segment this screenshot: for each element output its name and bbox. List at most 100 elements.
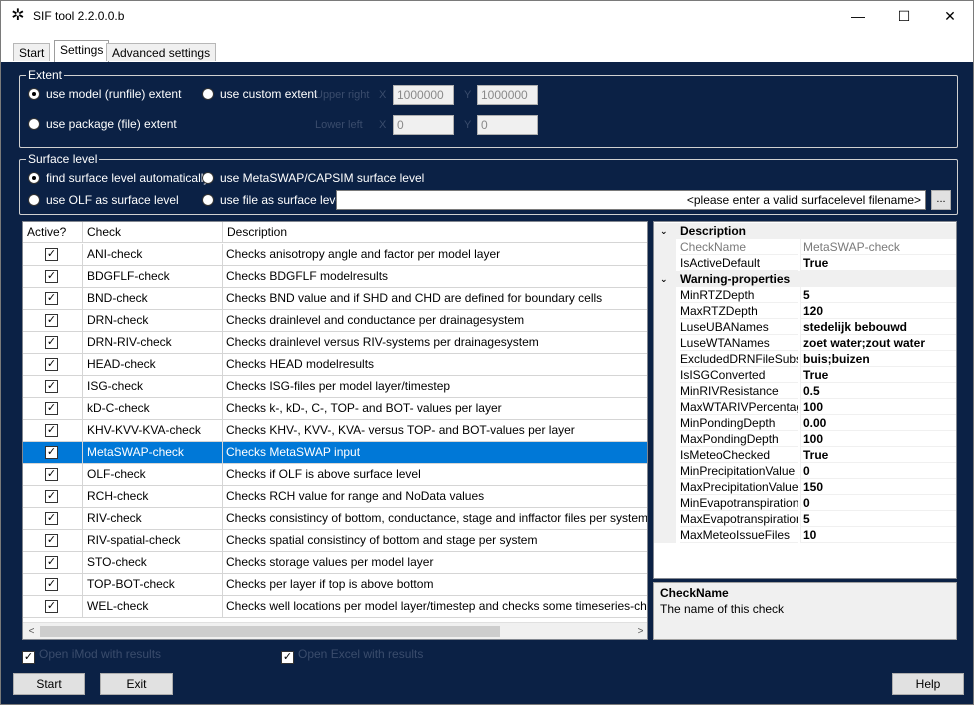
check-description-cell[interactable]: Checks HEAD modelresults <box>222 354 647 375</box>
property-value[interactable]: 0.00 <box>800 415 956 431</box>
check-name-cell[interactable]: kD-C-check <box>82 398 222 419</box>
check-description-cell[interactable]: Checks drainlevel versus RIV-systems per… <box>222 332 647 353</box>
check-name-cell[interactable]: KHV-KVV-KVA-check <box>82 420 222 441</box>
header-active[interactable]: Active? <box>23 222 83 243</box>
check-name-cell[interactable]: OLF-check <box>82 464 222 485</box>
active-checkbox[interactable]: ✓ <box>45 380 58 393</box>
property-row[interactable]: IsISGConverted True <box>654 367 956 383</box>
property-value[interactable]: 120 <box>800 303 956 319</box>
check-name-cell[interactable]: BDGFLF-check <box>82 266 222 287</box>
property-name[interactable]: MinRTZDepth <box>680 287 798 303</box>
start-button[interactable]: Start <box>13 673 85 695</box>
check-description-cell[interactable]: Checks k-, kD-, C-, TOP- and BOT- values… <box>222 398 647 419</box>
property-name[interactable]: LuseUBANames <box>680 319 798 335</box>
check-description-cell[interactable]: Checks drainlevel and conductance per dr… <box>222 310 647 331</box>
property-row[interactable]: LuseWTANames zoet water;zout water <box>654 335 956 351</box>
check-description-cell[interactable]: Checks RCH value for range and NoData va… <box>222 486 647 507</box>
property-value[interactable]: True <box>800 447 956 463</box>
table-row[interactable]: ✓ BND-check Checks BND value and if SHD an… <box>23 288 647 310</box>
category-warning-properties[interactable]: ⌄ Warning-properties <box>654 271 956 287</box>
property-row[interactable]: MaxWTARIVPercentage 100 <box>654 399 956 415</box>
property-row[interactable]: MinEvapotranspirationVa0 <box>654 495 956 511</box>
table-row[interactable]: ✓ RIV-spatial-check Checks spatial consist… <box>23 530 647 552</box>
property-row[interactable]: CheckName MetaSWAP-check <box>654 239 956 255</box>
property-name[interactable]: MaxEvapotranspirationVa <box>680 511 798 527</box>
table-row[interactable]: ✓ DRN-RIV-check Checks drainlevel versus R… <box>23 332 647 354</box>
check-name-cell[interactable]: BND-check <box>82 288 222 309</box>
maximize-button[interactable]: ☐ <box>881 1 927 31</box>
table-row[interactable]: ✓ ANI-check Checks anisotropy angle and fa… <box>23 244 647 266</box>
check-name-cell[interactable]: RIV-check <box>82 508 222 529</box>
check-description-cell[interactable]: Checks BND value and if SHD and CHD are … <box>222 288 647 309</box>
table-row[interactable]: ✓ STO-check Checks storage values per mode… <box>23 552 647 574</box>
property-value[interactable]: 5 <box>800 511 956 527</box>
check-name-cell[interactable]: RCH-check <box>82 486 222 507</box>
open-imod-checkbox[interactable]: ✓ Open iMod with results <box>22 647 161 664</box>
property-name[interactable]: MaxRTZDepth <box>680 303 798 319</box>
check-description-cell[interactable]: Checks ISG-files per model layer/timeste… <box>222 376 647 397</box>
check-description-cell[interactable]: Checks KHV-, KVV-, KVA- versus TOP- and … <box>222 420 647 441</box>
lower-left-y-field[interactable]: 0 <box>477 115 538 135</box>
browse-button[interactable]: ... <box>931 190 951 210</box>
check-name-cell[interactable]: DRN-RIV-check <box>82 332 222 353</box>
active-checkbox[interactable]: ✓ <box>45 358 58 371</box>
radio-surface-olf[interactable]: use OLF as surface level <box>28 193 179 207</box>
check-name-cell[interactable]: RIV-spatial-check <box>82 530 222 551</box>
property-name[interactable]: MinPrecipitationValue <box>680 463 798 479</box>
table-row[interactable]: ✓ RCH-check Checks RCH value for range and… <box>23 486 647 508</box>
table-row[interactable]: ✓ KHV-KVV-KVA-check Checks KHV-, KVV-, KVA… <box>23 420 647 442</box>
property-row[interactable]: MinRTZDepth 5 <box>654 287 956 303</box>
property-row[interactable]: MaxRTZDepth 120 <box>654 303 956 319</box>
table-row[interactable]: ✓ BDGFLF-check Checks BDGFLF modelresults <box>23 266 647 288</box>
property-name[interactable]: MaxMeteoIssueFiles <box>680 527 798 543</box>
property-value[interactable]: 0 <box>800 463 956 479</box>
property-value[interactable]: 150 <box>800 479 956 495</box>
property-value[interactable]: zoet water;zout water <box>800 335 956 351</box>
check-name-cell[interactable]: ISG-check <box>82 376 222 397</box>
header-check[interactable]: Check <box>83 222 223 243</box>
active-checkbox[interactable]: ✓ <box>45 446 58 459</box>
property-value[interactable]: True <box>800 255 956 271</box>
surface-file-input[interactable]: <please enter a valid surfacelevel filen… <box>336 190 926 210</box>
property-value[interactable]: True <box>800 367 956 383</box>
table-row[interactable]: ✓ TOP-BOT-check Checks per layer if top is… <box>23 574 647 596</box>
table-row[interactable]: ✓ WEL-check Checks well locations per mode… <box>23 596 647 618</box>
property-value[interactable]: 10 <box>800 527 956 543</box>
property-value[interactable]: 0.5 <box>800 383 956 399</box>
check-description-cell[interactable]: Checks BDGFLF modelresults <box>222 266 647 287</box>
active-checkbox[interactable]: ✓ <box>45 578 58 591</box>
property-name[interactable]: IsActiveDefault <box>680 255 798 271</box>
table-row[interactable]: ✓ DRN-check Checks drainlevel and conducta… <box>23 310 647 332</box>
active-checkbox[interactable]: ✓ <box>45 468 58 481</box>
header-description[interactable]: Description <box>223 222 647 243</box>
upper-right-x-field[interactable]: 1000000 <box>393 85 454 105</box>
table-row[interactable]: ✓ OLF-check Checks if OLF is above surface… <box>23 464 647 486</box>
property-value[interactable]: 0 <box>800 495 956 511</box>
property-row[interactable]: MaxMeteoIssueFiles 10 <box>654 527 956 543</box>
property-name[interactable]: IsISGConverted <box>680 367 798 383</box>
active-checkbox[interactable]: ✓ <box>45 292 58 305</box>
help-button[interactable]: Help <box>892 673 964 695</box>
property-name[interactable]: MaxWTARIVPercentage <box>680 399 798 415</box>
check-name-cell[interactable]: STO-check <box>82 552 222 573</box>
tab-start[interactable]: Start <box>13 43 51 61</box>
property-name[interactable]: ExcludedDRNFileSubstri <box>680 351 798 367</box>
active-checkbox[interactable]: ✓ <box>45 600 58 613</box>
table-row[interactable]: ✓ RIV-check Checks consistincy of bottom, … <box>23 508 647 530</box>
check-name-cell[interactable]: ANI-check <box>82 244 222 265</box>
collapse-icon[interactable]: ⌄ <box>660 271 668 287</box>
table-row[interactable]: ✓ ISG-check Checks ISG-files per model lay… <box>23 376 647 398</box>
active-checkbox[interactable]: ✓ <box>45 248 58 261</box>
property-value[interactable]: stedelijk bebouwd <box>800 319 956 335</box>
check-name-cell[interactable]: DRN-check <box>82 310 222 331</box>
active-checkbox[interactable]: ✓ <box>45 402 58 415</box>
scroll-left-icon[interactable]: < <box>23 623 40 639</box>
property-row[interactable]: MaxPondingDepth 100 <box>654 431 956 447</box>
property-name[interactable]: CheckName <box>680 239 798 255</box>
tab-settings[interactable]: Settings <box>54 40 110 62</box>
property-row[interactable]: LuseUBANames stedelijk bebouwd <box>654 319 956 335</box>
property-value[interactable]: 5 <box>800 287 956 303</box>
property-value[interactable]: buis;buizen <box>800 351 956 367</box>
property-name[interactable]: MinPondingDepth <box>680 415 798 431</box>
scroll-right-icon[interactable]: > <box>632 623 647 639</box>
